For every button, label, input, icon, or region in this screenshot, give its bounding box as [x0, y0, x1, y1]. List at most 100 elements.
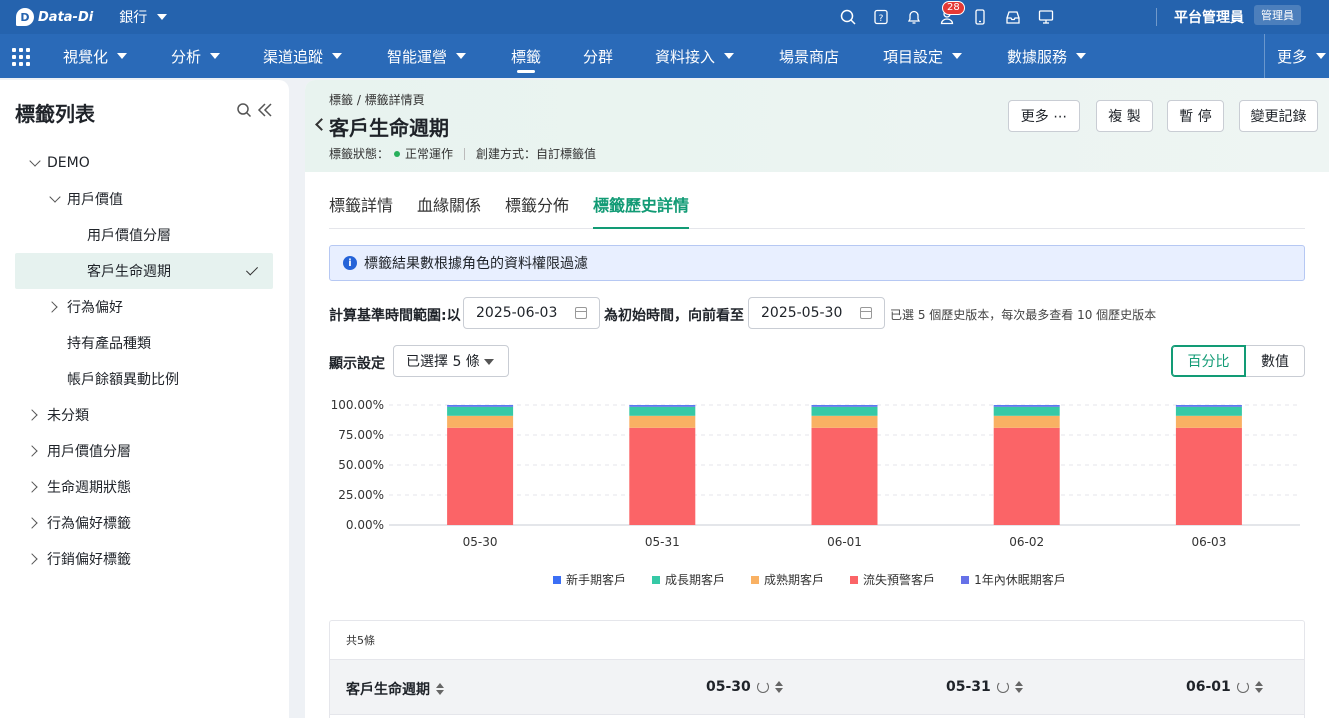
sort-icon[interactable]	[436, 683, 444, 695]
tree-node-demo[interactable]: DEMO	[29, 145, 90, 181]
tab-tag-detail[interactable]: 標籤詳情	[329, 192, 393, 229]
tab-history[interactable]: 標籤歷史詳情	[593, 192, 690, 229]
start-date-value: 2025-06-03	[476, 305, 558, 321]
search-icon[interactable]	[236, 102, 252, 118]
nav-item-more[interactable]: 更多	[1277, 34, 1327, 78]
column-header-date[interactable]: 06-01	[1186, 679, 1263, 695]
main-panel: 標籤 / 標籤詳情頁 客戶生命週期 標籤狀態： 正常運作 創建方式：自訂標籤值 …	[305, 80, 1329, 718]
sort-icon[interactable]	[1014, 681, 1023, 693]
tree-node-lifecycle-status[interactable]: 生命週期狀態	[26, 469, 131, 505]
legend-item[interactable]: 1年內休眠期客戶	[961, 571, 1066, 588]
collapse-icon[interactable]	[257, 102, 273, 118]
column-header-date[interactable]: 05-31	[946, 679, 1023, 695]
bar-segment	[629, 406, 696, 416]
y-tick-label: 50.00%	[338, 458, 384, 472]
bar-segment	[811, 406, 878, 416]
monitor-icon[interactable]	[1038, 9, 1054, 25]
info-alert: i 標籤結果數根據角色的資料權限過濾	[329, 245, 1305, 281]
sort-icon[interactable]	[774, 681, 783, 693]
nav-item-visualization[interactable]: 視覺化	[63, 34, 128, 78]
caret-down-icon	[157, 14, 168, 20]
info-icon: i	[343, 256, 357, 270]
legend-label: 成長期客戶	[665, 573, 726, 587]
tree-node-marketing-tags[interactable]: 行銷偏好標籤	[26, 541, 131, 577]
nav-item-project-settings[interactable]: 項目設定	[883, 34, 963, 78]
tab-distribution[interactable]: 標籤分佈	[505, 192, 569, 229]
x-tick-label: 06-01	[827, 535, 862, 549]
percent-toggle[interactable]: 百分比	[1171, 345, 1246, 377]
legend-item[interactable]: 新手期客戶	[553, 571, 626, 588]
chart-legend: 新手期客戶 成長期客戶 成熟期客戶 流失預警客戶 1年內休眠期客戶	[553, 571, 1066, 588]
status-value: 正常運作	[405, 147, 454, 161]
column-header-lifecycle[interactable]: 客戶生命週期	[346, 679, 444, 699]
changelog-button[interactable]: 變更記錄	[1239, 100, 1318, 132]
nav-item-data-ingest[interactable]: 資料接入	[655, 34, 735, 78]
tree-node-user-value-tier-2[interactable]: 用戶價值分層	[26, 433, 131, 469]
tree-node-customer-lifecycle[interactable]: 客戶生命週期	[15, 253, 273, 289]
org-selector[interactable]: 銀行	[119, 7, 168, 27]
tree-node-label: 客戶生命週期	[87, 264, 171, 280]
create-method: 創建方式：自訂標籤值	[476, 147, 597, 161]
nav-item-smart-ops[interactable]: 智能運營	[387, 34, 467, 78]
logo[interactable]: D Data-Di	[16, 8, 93, 26]
search-icon[interactable]	[840, 9, 856, 25]
nav-item-data-service[interactable]: 數據服務	[1007, 34, 1087, 78]
legend-item[interactable]: 成長期客戶	[652, 571, 725, 588]
bar-segment	[811, 427, 878, 525]
nav-item-analysis[interactable]: 分析	[171, 34, 221, 78]
tree-node-label: 帳戶餘額異動比例	[67, 372, 179, 388]
mobile-icon[interactable]	[972, 9, 988, 25]
nav-item-channel-tracking[interactable]: 渠道追蹤	[263, 34, 343, 78]
bar-segment	[1175, 405, 1242, 407]
bar-segment	[993, 405, 1060, 407]
tag-meta: 標籤狀態： 正常運作 創建方式：自訂標籤值	[329, 145, 596, 162]
bar-segment	[1175, 406, 1242, 416]
display-label: 顯示設定	[329, 356, 385, 372]
tree-node-balance-change[interactable]: 帳戶餘額異動比例	[67, 361, 179, 397]
tab-lineage[interactable]: 血緣關係	[417, 192, 481, 229]
nav-item-tags[interactable]: 標籤	[511, 34, 541, 78]
tree-node-product-types[interactable]: 持有產品種類	[67, 325, 151, 361]
tree-node-user-value-tier[interactable]: 用戶價值分層	[87, 217, 171, 253]
nav-label: 智能運營	[387, 47, 448, 66]
chevron-right-icon	[26, 409, 38, 421]
tree-node-label: DEMO	[47, 155, 90, 171]
value-toggle[interactable]: 數值	[1246, 345, 1305, 377]
tree-node-label: 未分類	[47, 408, 89, 424]
legend-item[interactable]: 流失預警客戶	[850, 571, 935, 588]
column-header-label: 05-31	[946, 679, 991, 695]
tree-node-behavior-tags[interactable]: 行為偏好標籤	[26, 505, 131, 541]
tree-node-uncategorized[interactable]: 未分類	[26, 397, 89, 433]
more-button[interactable]: 更多 ⋯	[1008, 100, 1080, 132]
refresh-icon[interactable]	[1236, 681, 1249, 693]
logo-text: Data-Di	[38, 9, 94, 25]
tree-node-user-value[interactable]: 用戶價值	[49, 181, 123, 217]
series-select[interactable]: 已選擇 5 條	[393, 345, 509, 377]
inbox-icon[interactable]	[1005, 9, 1021, 25]
calendar-icon	[860, 307, 872, 319]
start-date-input[interactable]: 2025-06-03	[463, 297, 600, 329]
sort-icon[interactable]	[1254, 681, 1263, 693]
end-date-input[interactable]: 2025-05-30	[748, 297, 885, 329]
x-tick-label: 06-03	[1191, 535, 1226, 549]
user-role-badge: 管理員	[1254, 5, 1301, 25]
tree-node-label: 行為偏好標籤	[47, 516, 131, 532]
legend-item[interactable]: 成熟期客戶	[751, 571, 824, 588]
nav-item-scene-store[interactable]: 場景商店	[779, 34, 839, 78]
refresh-icon[interactable]	[756, 681, 769, 693]
bar-segment	[629, 427, 696, 525]
nav-item-segments[interactable]: 分群	[583, 34, 613, 78]
pause-button[interactable]: 暫 停	[1167, 100, 1224, 132]
copy-button[interactable]: 複 製	[1096, 100, 1153, 132]
column-header-date[interactable]: 05-30	[706, 679, 783, 695]
tree-node-behavior-pref[interactable]: 行為偏好	[46, 289, 123, 325]
help-icon[interactable]: ?	[873, 9, 889, 25]
user-name[interactable]: 平台管理員	[1174, 0, 1244, 34]
breadcrumb[interactable]: 標籤 / 標籤詳情頁	[329, 91, 425, 108]
bell-icon[interactable]	[906, 9, 922, 25]
bar-segment	[811, 405, 878, 407]
refresh-icon[interactable]	[996, 681, 1009, 693]
apps-grid-icon[interactable]	[12, 48, 30, 66]
calendar-icon	[575, 307, 587, 319]
back-icon[interactable]	[315, 118, 328, 131]
